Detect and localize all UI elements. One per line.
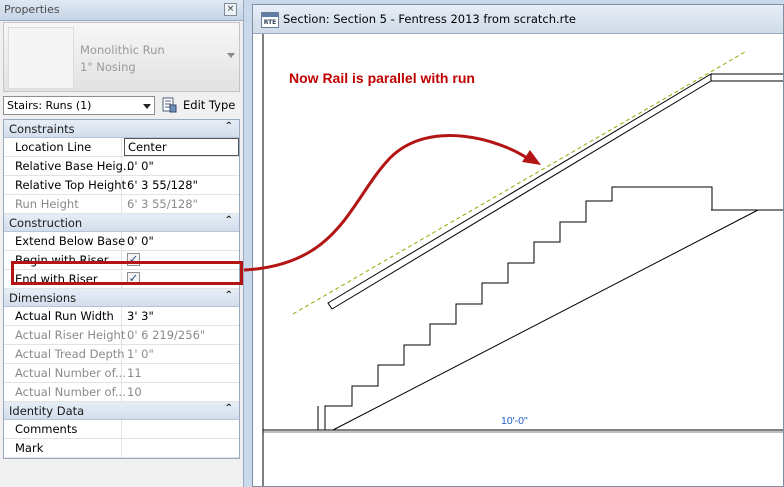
property-row-actual-riser-height: Actual Riser Height 0' 6 219/256" [4,326,239,345]
close-icon[interactable]: × [224,3,237,16]
edit-type-button[interactable]: Edit Type [183,98,235,112]
property-value: 0' 6 219/256" [127,328,206,342]
property-name: Actual Tread Depth [15,347,125,361]
group-construction[interactable]: Construction ⌃ [4,214,239,232]
stair-run-profile[interactable] [324,186,783,430]
property-value: 6' 3 55/128" [127,178,198,192]
property-row-mark[interactable]: Mark [4,439,239,458]
annotation-text: Now Rail is parallel with run [289,70,475,86]
property-value: Center [128,140,167,154]
group-label: Constraints [9,122,75,136]
property-value: 6' 3 55/128" [127,197,198,211]
property-name: Location Line [15,140,92,154]
group-dimensions[interactable]: Dimensions ⌃ [4,289,239,307]
property-row-relative-top-height[interactable]: Relative Top Height 6' 3 55/128" [4,176,239,195]
property-value: 0' 0" [127,159,154,173]
property-row-location-line[interactable]: Location Line Center [4,138,239,157]
instance-filter-label: Stairs: Runs (1) [7,99,92,112]
property-name: Mark [15,441,44,455]
property-value: 3' 3" [127,309,154,323]
type-name: 1" Nosing [80,60,136,74]
collapse-icon[interactable]: ⌃ [225,403,233,414]
properties-titlebar: Properties × [0,0,243,21]
collapse-icon[interactable]: ⌃ [225,215,233,226]
property-name: Run Height [15,197,79,211]
location-line-field[interactable]: Center [124,138,239,156]
property-row-relative-base-height[interactable]: Relative Base Heig... 0' 0" [4,157,239,176]
section-view-window: RTE Section: Section 5 - Fentress 2013 f… [252,4,784,487]
stair-type-thumbnail-icon [8,27,74,89]
property-value: 11 [127,366,142,380]
view-titlebar[interactable]: RTE Section: Section 5 - Fentress 2013 f… [253,5,783,34]
collapse-icon[interactable]: ⌃ [225,121,233,132]
view-title: Section: Section 5 - Fentress 2013 from … [283,12,576,26]
stair-railing[interactable] [327,73,712,310]
property-row-actual-number-treads: Actual Number of... 10 [4,383,239,402]
property-name: Relative Base Heig... [15,159,134,173]
rte-file-icon: RTE [261,12,279,28]
dimension-label[interactable]: 10'-0" [501,415,528,427]
property-value: 10 [127,385,142,399]
section-drawing-canvas[interactable]: Now Rail is parallel with run 10'-0" [253,34,783,486]
property-row-extend-below-base[interactable]: Extend Below Base 0' 0" [4,232,239,251]
property-row-actual-number-risers: Actual Number of... 11 [4,364,239,383]
property-name: Relative Top Height [15,178,127,192]
railing-path-dash [292,51,746,315]
instance-filter-row: Stairs: Runs (1) Edit Type [3,96,240,116]
properties-palette: Properties × Monolithic Run 1" Nosing St… [0,0,244,487]
type-selector[interactable]: Monolithic Run 1" Nosing [3,22,240,92]
property-name: Actual Riser Height [15,328,126,342]
group-label: Construction [9,216,83,230]
group-label: Identity Data [9,404,85,418]
edit-type-icon[interactable] [161,97,177,113]
property-row-comments[interactable]: Comments [4,420,239,439]
type-family-name: Monolithic Run [80,43,165,57]
collapse-icon[interactable]: ⌃ [225,290,233,301]
property-name: Actual Run Width [15,309,114,323]
property-grid: Constraints ⌃ Location Line Center Relat… [3,119,240,459]
property-value: 1' 0" [127,347,154,361]
group-label: Dimensions [9,291,77,305]
properties-title: Properties [4,3,60,16]
property-name: Actual Number of... [15,385,126,399]
instance-filter-dropdown[interactable]: Stairs: Runs (1) [3,96,155,115]
property-name: Actual Number of... [15,366,126,380]
property-row-run-height: Run Height 6' 3 55/128" [4,195,239,214]
stair-stringer-bottom [332,209,759,431]
property-name: Extend Below Base [15,234,126,248]
property-row-actual-run-width[interactable]: Actual Run Width 3' 3" [4,307,239,326]
property-name: Comments [15,422,78,436]
group-constraints[interactable]: Constraints ⌃ [4,120,239,138]
type-dropdown-arrow-icon[interactable] [227,53,235,58]
chevron-down-icon [143,104,151,109]
property-value: 0' 0" [127,234,154,248]
group-identity-data[interactable]: Identity Data ⌃ [4,402,239,420]
end-with-riser-highlight [11,261,243,285]
property-row-actual-tread-depth: Actual Tread Depth 1' 0" [4,345,239,364]
